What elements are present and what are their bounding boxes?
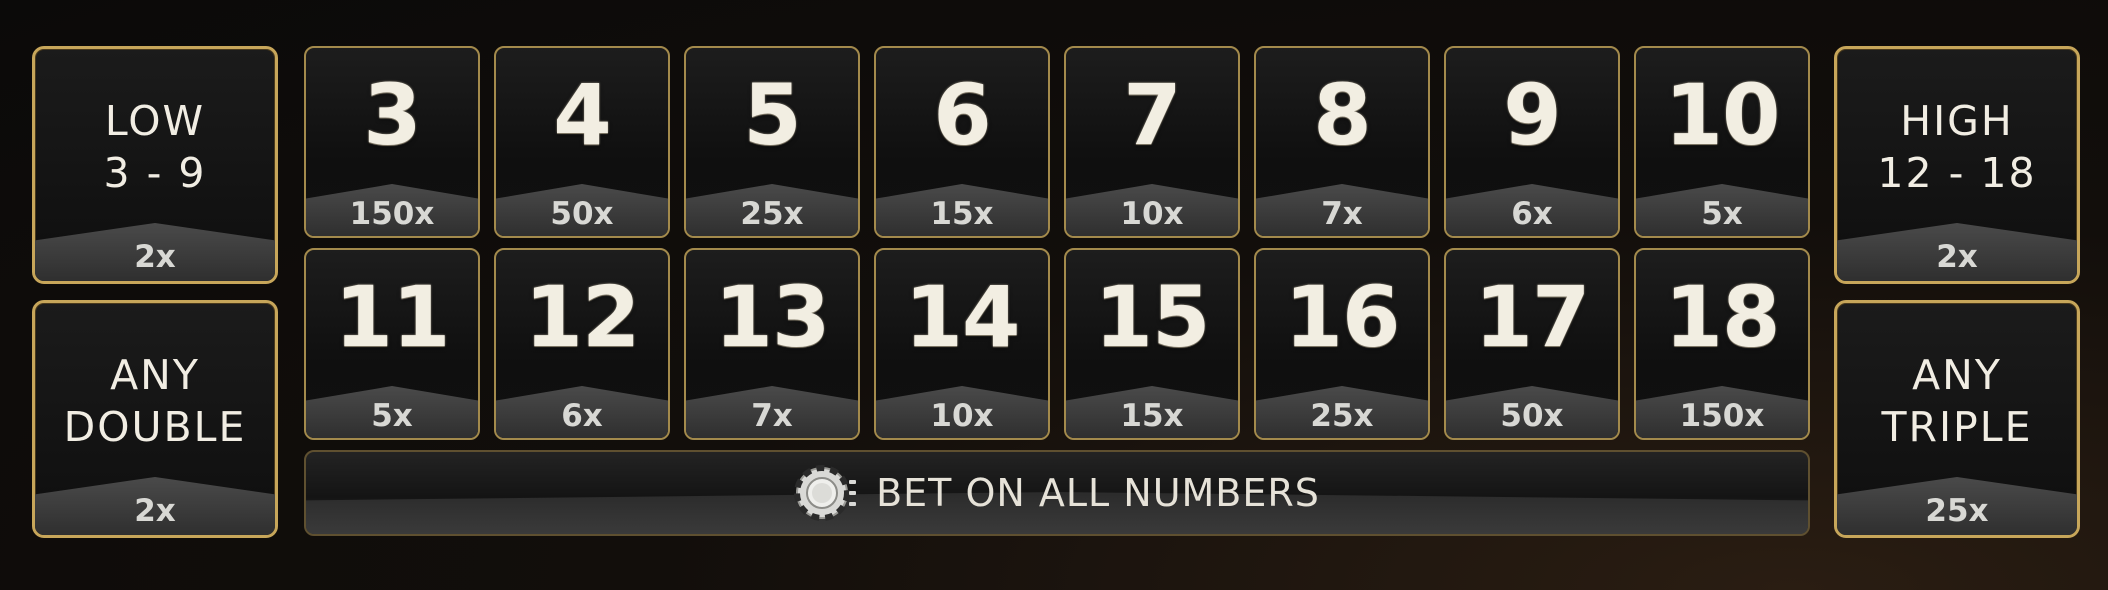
bet-total-12-button[interactable]: 12 6x	[494, 248, 670, 440]
bet-on-all-numbers-button[interactable]: BET ON ALL NUMBERS	[304, 450, 1810, 536]
bet-total-10-button[interactable]: 10 5x	[1634, 46, 1810, 238]
total-payout: 15x	[930, 196, 994, 232]
total-payout: 50x	[1500, 398, 1564, 434]
total-payout: 10x	[1120, 196, 1184, 232]
chip-icon	[794, 465, 857, 521]
total-payout: 5x	[371, 398, 413, 434]
bet-total-15-button[interactable]: 15 15x	[1064, 248, 1240, 440]
total-payout: 150x	[1679, 398, 1765, 434]
total-number: 10	[1664, 66, 1781, 164]
any-double-label-1: ANY	[110, 351, 200, 399]
bet-total-9-button[interactable]: 9 6x	[1444, 46, 1620, 238]
bet-total-16-button[interactable]: 16 25x	[1254, 248, 1430, 440]
total-number: 11	[334, 268, 451, 366]
high-range: 12 - 18	[1877, 149, 2037, 197]
total-payout: 6x	[561, 398, 603, 434]
low-payout: 2x	[134, 239, 176, 275]
total-number: 8	[1313, 66, 1371, 164]
total-number: 9	[1503, 66, 1561, 164]
any-double-label-2: DOUBLE	[63, 403, 247, 451]
bet-any-double-button[interactable]: ANY DOUBLE 2x	[32, 300, 278, 538]
total-number: 17	[1474, 268, 1591, 366]
total-payout: 25x	[740, 196, 804, 232]
total-payout: 6x	[1511, 196, 1553, 232]
total-number: 13	[714, 268, 831, 366]
high-payout: 2x	[1936, 239, 1978, 275]
bet-total-6-button[interactable]: 6 15x	[874, 46, 1050, 238]
bet-total-8-button[interactable]: 8 7x	[1254, 46, 1430, 238]
total-number: 6	[933, 66, 991, 164]
any-triple-label-1: ANY	[1912, 351, 2002, 399]
bet-total-3-button[interactable]: 3 150x	[304, 46, 480, 238]
any-triple-label-2: TRIPLE	[1881, 403, 2033, 451]
total-payout: 5x	[1701, 196, 1743, 232]
low-range: 3 - 9	[103, 149, 207, 197]
total-number: 7	[1123, 66, 1181, 164]
bet-total-17-button[interactable]: 17 50x	[1444, 248, 1620, 440]
total-payout: 150x	[349, 196, 435, 232]
total-payout: 10x	[930, 398, 994, 434]
total-number: 12	[524, 268, 641, 366]
bet-low-button[interactable]: LOW 3 - 9 2x	[32, 46, 278, 284]
total-number: 14	[904, 268, 1021, 366]
bet-total-5-button[interactable]: 5 25x	[684, 46, 860, 238]
any-double-payout: 2x	[134, 493, 176, 529]
low-label: LOW	[104, 97, 206, 145]
bet-total-7-button[interactable]: 7 10x	[1064, 46, 1240, 238]
bet-total-4-button[interactable]: 4 50x	[494, 46, 670, 238]
bet-total-14-button[interactable]: 14 10x	[874, 248, 1050, 440]
total-number: 5	[743, 66, 801, 164]
total-number: 3	[363, 66, 421, 164]
bet-on-all-numbers-label: BET ON ALL NUMBERS	[876, 471, 1320, 515]
bet-total-13-button[interactable]: 13 7x	[684, 248, 860, 440]
total-number: 15	[1094, 268, 1211, 366]
total-number: 16	[1284, 268, 1401, 366]
total-number: 4	[553, 66, 611, 164]
total-payout: 50x	[550, 196, 614, 232]
any-triple-payout: 25x	[1925, 493, 1989, 529]
bet-any-triple-button[interactable]: ANY TRIPLE 25x	[1834, 300, 2080, 538]
total-payout: 25x	[1310, 398, 1374, 434]
total-number: 18	[1664, 268, 1781, 366]
bet-total-18-button[interactable]: 18 150x	[1634, 248, 1810, 440]
total-payout: 7x	[751, 398, 793, 434]
bet-total-11-button[interactable]: 11 5x	[304, 248, 480, 440]
high-label: HIGH	[1900, 97, 2014, 145]
total-payout: 15x	[1120, 398, 1184, 434]
total-payout: 7x	[1321, 196, 1363, 232]
bet-high-button[interactable]: HIGH 12 - 18 2x	[1834, 46, 2080, 284]
